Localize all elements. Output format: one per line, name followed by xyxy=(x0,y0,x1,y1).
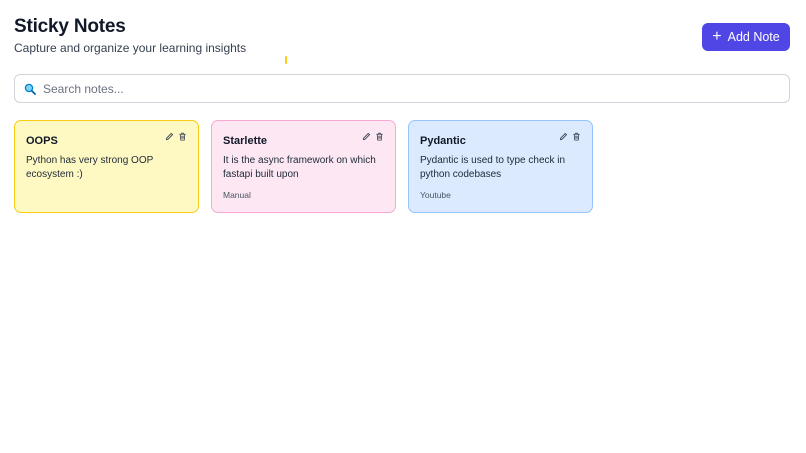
note-content: It is the async framework on which fasta… xyxy=(223,155,376,180)
trash-icon[interactable] xyxy=(178,132,187,141)
plus-icon: + xyxy=(712,27,722,45)
sticky-notes-page: Sticky Notes Capture and organize your l… xyxy=(0,0,806,453)
note-source: Manual xyxy=(223,190,251,200)
trash-icon[interactable] xyxy=(375,132,384,141)
edit-icon[interactable] xyxy=(362,132,371,141)
search-input[interactable] xyxy=(43,81,743,96)
trash-icon[interactable] xyxy=(572,132,581,141)
note-card[interactable]: OOPS Python has very strong OOP ecosyste… xyxy=(14,120,199,213)
add-note-button[interactable]: + Add Note xyxy=(702,23,790,51)
search-icon xyxy=(24,83,36,95)
search-bar[interactable] xyxy=(14,74,790,103)
note-card[interactable]: Pydantic Pydantic is used to type check … xyxy=(408,120,593,213)
page-title: Sticky Notes xyxy=(14,16,126,37)
note-title: Starlette xyxy=(223,135,268,147)
edit-icon[interactable] xyxy=(559,132,568,141)
note-content: Pydantic is used to type check in python… xyxy=(420,155,566,180)
note-card[interactable]: Starlette It is the async framework on w… xyxy=(211,120,396,213)
note-content: Python has very strong OOP ecosystem :) xyxy=(26,155,154,180)
page-subtitle: Capture and organize your learning insig… xyxy=(14,41,247,55)
note-title: OOPS xyxy=(26,135,58,147)
edit-icon[interactable] xyxy=(165,132,174,141)
add-note-button-label: Add Note xyxy=(727,30,780,44)
note-source: Youtube xyxy=(420,190,451,200)
note-actions xyxy=(165,132,187,141)
note-title: Pydantic xyxy=(420,135,466,147)
note-actions xyxy=(362,132,384,141)
note-actions xyxy=(559,132,581,141)
text-cursor-indicator xyxy=(285,56,287,64)
